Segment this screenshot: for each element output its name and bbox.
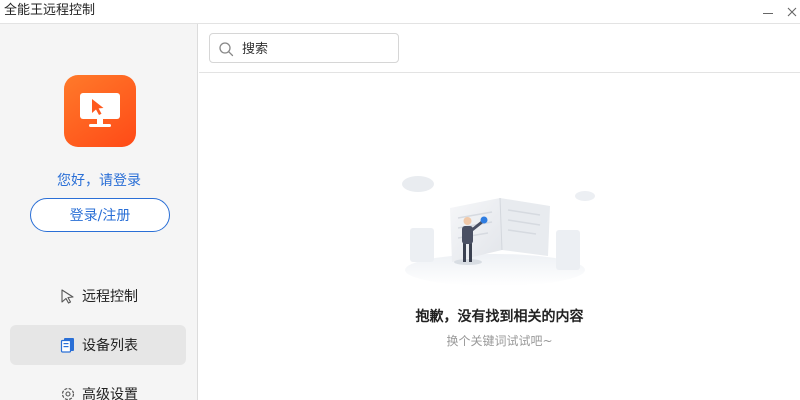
app-logo xyxy=(64,75,136,147)
sidebar-item-advanced-settings[interactable]: 高级设置 xyxy=(10,374,186,400)
search-bar xyxy=(199,24,800,73)
minimize-icon xyxy=(763,12,773,14)
sidebar-item-label: 远程控制 xyxy=(82,289,138,305)
login-greeting: 您好，请登录 xyxy=(57,173,141,189)
app-title: 全能王远程控制 xyxy=(4,3,96,18)
monitor-cursor-icon xyxy=(80,93,120,127)
empty-state-title: 抱歉，没有找到相关的内容 xyxy=(415,309,584,325)
search-input[interactable] xyxy=(242,39,392,59)
close-button[interactable] xyxy=(776,0,800,24)
gear-icon xyxy=(60,386,76,400)
login-register-button[interactable]: 登录/注册 xyxy=(30,198,170,232)
sidebar-item-remote-control[interactable]: 远程控制 xyxy=(10,276,186,316)
empty-state-hint: 换个关键词试试吧~ xyxy=(446,334,553,348)
title-bar: 全能王远程控制 xyxy=(0,0,800,24)
sidebar: 您好，请登录 登录/注册 远程控制 设备列表 高级设置 xyxy=(0,24,198,400)
empty-state-illustration xyxy=(402,176,595,286)
search-box[interactable] xyxy=(209,33,399,63)
close-icon xyxy=(787,7,797,17)
remote-control-icon xyxy=(60,288,76,304)
device-list-icon xyxy=(60,337,76,353)
sidebar-item-label: 高级设置 xyxy=(82,387,138,400)
sidebar-item-device-list[interactable]: 设备列表 xyxy=(10,325,186,365)
search-icon xyxy=(219,42,234,57)
sidebar-item-label: 设备列表 xyxy=(82,338,138,354)
